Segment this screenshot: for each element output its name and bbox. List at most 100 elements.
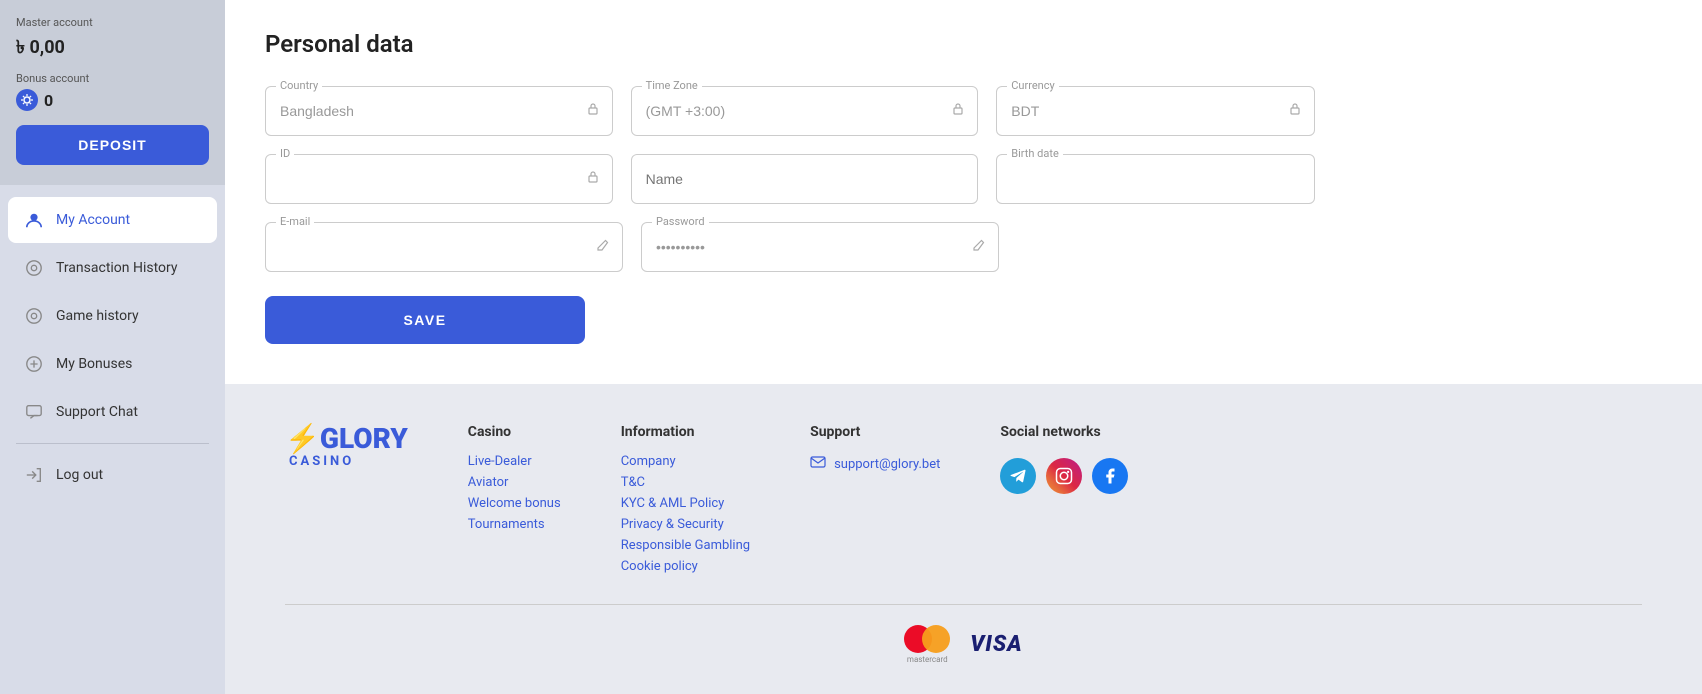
master-balance: ৳ 0,00 bbox=[16, 33, 209, 64]
currency-input[interactable] bbox=[1011, 95, 1300, 127]
footer-link-responsible[interactable]: Responsible Gambling bbox=[621, 538, 750, 553]
logout-icon bbox=[24, 465, 44, 485]
bonus-row: 0 bbox=[16, 89, 209, 111]
form-row-2: ID Birth date bbox=[265, 154, 1315, 204]
footer-information-title: Information bbox=[621, 424, 750, 440]
form-row-1: Country Time Zone Currency bbox=[265, 86, 1315, 136]
country-label: Country bbox=[276, 79, 322, 92]
country-field: Country bbox=[265, 86, 613, 136]
timezone-input[interactable] bbox=[646, 95, 964, 127]
sidebar-item-my-bonuses[interactable]: My Bonuses bbox=[8, 341, 217, 387]
logout-label: Log out bbox=[56, 467, 103, 483]
save-button[interactable]: SAVE bbox=[265, 296, 585, 344]
chat-icon bbox=[24, 402, 44, 422]
person-icon bbox=[24, 210, 44, 230]
support-email-text[interactable]: support@glory.bet bbox=[834, 457, 940, 472]
footer-link-kyc[interactable]: KYC & AML Policy bbox=[621, 496, 750, 511]
birthdate-input[interactable] bbox=[1011, 163, 1300, 195]
mastercard-yellow-circle bbox=[922, 625, 950, 653]
country-input[interactable] bbox=[280, 95, 598, 127]
bonus-amount: 0 bbox=[44, 91, 53, 110]
footer-casino-col: Casino Live-Dealer Aviator Welcome bonus… bbox=[468, 424, 561, 532]
sidebar: Master account ৳ 0,00 Bonus account 0 DE… bbox=[0, 0, 225, 694]
footer-social-col: Social networks bbox=[1000, 424, 1128, 494]
footer-social-title: Social networks bbox=[1000, 424, 1128, 440]
lock-icon bbox=[586, 102, 600, 120]
gear-icon bbox=[20, 93, 34, 107]
footer-payments: mastercard VISA bbox=[285, 625, 1642, 664]
sidebar-nav: My Account Transaction History Game hist… bbox=[0, 185, 225, 694]
game-history-icon bbox=[24, 306, 44, 326]
footer-link-tournaments[interactable]: Tournaments bbox=[468, 517, 561, 532]
footer-link-tc[interactable]: T&C bbox=[621, 475, 750, 490]
birthdate-field: Birth date bbox=[996, 154, 1315, 204]
footer-support-col: Support support@glory.bet bbox=[810, 424, 940, 474]
main-content: Personal data Country Time Zone bbox=[225, 0, 1702, 694]
sidebar-item-label: Game history bbox=[56, 308, 139, 324]
email-icon bbox=[810, 454, 826, 474]
name-field bbox=[631, 154, 979, 204]
facebook-icon[interactable] bbox=[1092, 458, 1128, 494]
footer-information-col: Information Company T&C KYC & AML Policy… bbox=[621, 424, 750, 574]
footer-link-privacy[interactable]: Privacy & Security bbox=[621, 517, 750, 532]
footer-casino-title: Casino bbox=[468, 424, 561, 440]
sidebar-item-label: My Account bbox=[56, 212, 130, 228]
id-field: ID bbox=[265, 154, 613, 204]
id-input[interactable] bbox=[280, 163, 598, 195]
name-input[interactable] bbox=[646, 163, 964, 195]
page-title: Personal data bbox=[265, 30, 1662, 58]
footer-link-aviator[interactable]: Aviator bbox=[468, 475, 561, 490]
sidebar-item-label: Support Chat bbox=[56, 404, 138, 420]
instagram-icon[interactable] bbox=[1046, 458, 1082, 494]
visa-logo: VISA bbox=[970, 632, 1022, 657]
footer-logo: ⚡GLORY CASINO bbox=[285, 424, 408, 469]
timezone-field: Time Zone bbox=[631, 86, 979, 136]
footer-support-title: Support bbox=[810, 424, 940, 440]
sidebar-item-label: Transaction History bbox=[56, 260, 178, 276]
sidebar-item-game-history[interactable]: Game history bbox=[8, 293, 217, 339]
footer-link-live-dealer[interactable]: Live-Dealer bbox=[468, 454, 561, 469]
sidebar-divider bbox=[16, 443, 209, 444]
sidebar-item-my-account[interactable]: My Account bbox=[8, 197, 217, 243]
password-label: Password bbox=[652, 215, 709, 228]
email-field: E-mail bbox=[265, 222, 623, 272]
personal-data-section: Personal data Country Time Zone bbox=[225, 0, 1702, 384]
lock-icon bbox=[951, 102, 965, 120]
mastercard-text: mastercard bbox=[907, 655, 948, 664]
footer: ⚡GLORY CASINO Casino Live-Dealer Aviator… bbox=[225, 384, 1702, 694]
form-grid: Country Time Zone Currency bbox=[265, 86, 1315, 344]
currency-label: Currency bbox=[1007, 79, 1058, 92]
email-label: E-mail bbox=[276, 215, 314, 228]
sidebar-item-transaction-history[interactable]: Transaction History bbox=[8, 245, 217, 291]
transaction-icon bbox=[24, 258, 44, 278]
sidebar-item-label: My Bonuses bbox=[56, 356, 132, 372]
footer-link-company[interactable]: Company bbox=[621, 454, 750, 469]
deposit-button[interactable]: DEPOSIT bbox=[16, 125, 209, 165]
footer-link-welcome-bonus[interactable]: Welcome bonus bbox=[468, 496, 561, 511]
footer-email: support@glory.bet bbox=[810, 454, 940, 474]
sidebar-top: Master account ৳ 0,00 Bonus account 0 DE… bbox=[0, 0, 225, 185]
bonus-icon bbox=[16, 89, 38, 111]
edit-icon bbox=[596, 238, 610, 256]
sidebar-item-support-chat[interactable]: Support Chat bbox=[8, 389, 217, 435]
bonus-account-label: Bonus account bbox=[16, 72, 209, 85]
social-icons bbox=[1000, 458, 1128, 494]
email-input[interactable] bbox=[280, 231, 608, 263]
telegram-icon[interactable] bbox=[1000, 458, 1036, 494]
footer-divider bbox=[285, 604, 1642, 605]
mastercard-logo: mastercard bbox=[904, 625, 950, 664]
logo-top: ⚡GLORY bbox=[285, 424, 408, 455]
password-input[interactable] bbox=[656, 231, 984, 263]
form-row-3: E-mail Password bbox=[265, 222, 1315, 272]
password-field: Password bbox=[641, 222, 999, 272]
lock-icon bbox=[1288, 102, 1302, 120]
timezone-label: Time Zone bbox=[642, 79, 702, 92]
lock-icon bbox=[586, 170, 600, 188]
logout-button[interactable]: Log out bbox=[8, 452, 217, 498]
id-label: ID bbox=[276, 147, 294, 160]
birthdate-label: Birth date bbox=[1007, 147, 1063, 160]
currency-field: Currency bbox=[996, 86, 1315, 136]
master-account-label: Master account bbox=[16, 16, 209, 29]
footer-link-cookie[interactable]: Cookie policy bbox=[621, 559, 750, 574]
bonuses-icon bbox=[24, 354, 44, 374]
